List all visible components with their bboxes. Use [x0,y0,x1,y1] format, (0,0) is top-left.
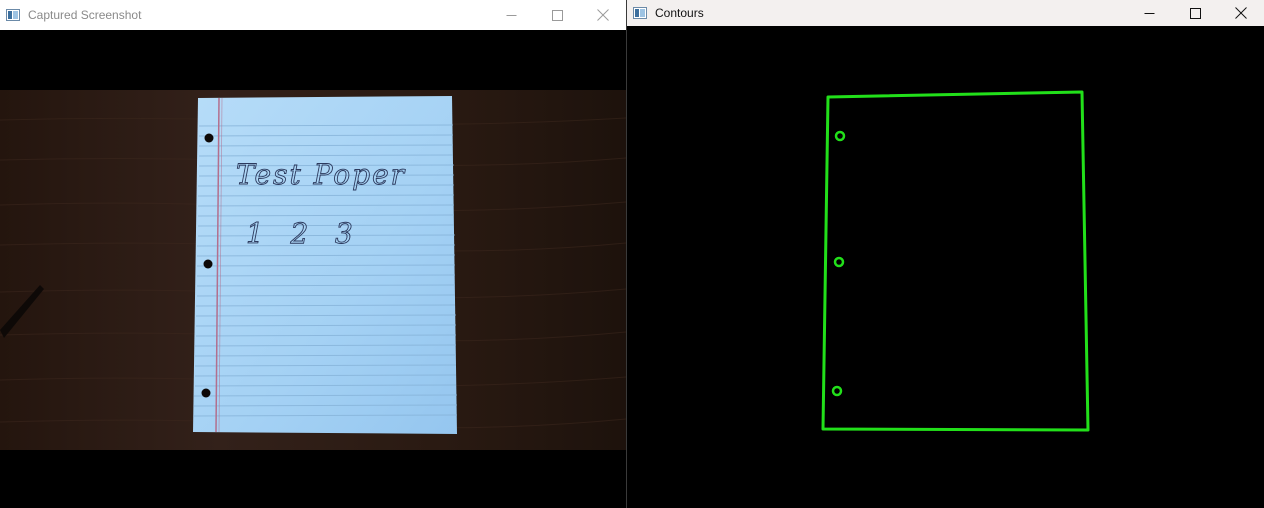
minimize-icon [506,14,516,16]
window-title: Captured Screenshot [28,8,142,22]
minimize-button[interactable] [488,0,534,30]
close-icon [597,9,609,21]
close-button[interactable] [580,0,626,30]
maximize-icon [1189,7,1201,19]
punch-hole [203,259,213,269]
maximize-button[interactable] [1172,0,1218,26]
titlebar[interactable]: Captured Screenshot [0,0,626,30]
close-button[interactable] [1218,0,1264,26]
minimize-icon [1144,12,1154,14]
maximize-icon [551,9,563,21]
captured-image-area: Test Poper 1 2 3 [0,30,626,508]
window-title: Contours [655,6,704,20]
contours-image-area [627,26,1264,508]
contours-window: Contours [626,0,1264,508]
handwriting-title: Test Poper [236,158,406,191]
maximize-button[interactable] [534,0,580,30]
app-window-icon [633,7,647,19]
close-icon [1235,7,1247,19]
captured-image: Test Poper 1 2 3 [0,90,626,450]
contours-image [627,26,1264,508]
app-window-icon [6,9,20,21]
punch-hole [201,388,211,398]
handwriting-numbers: 1 2 3 [246,217,353,250]
captured-screenshot-window: Captured Screenshot Test Poper 1 2 3 [0,0,626,508]
minimize-button[interactable] [1126,0,1172,26]
titlebar[interactable]: Contours [627,0,1264,26]
punch-hole [204,133,214,143]
